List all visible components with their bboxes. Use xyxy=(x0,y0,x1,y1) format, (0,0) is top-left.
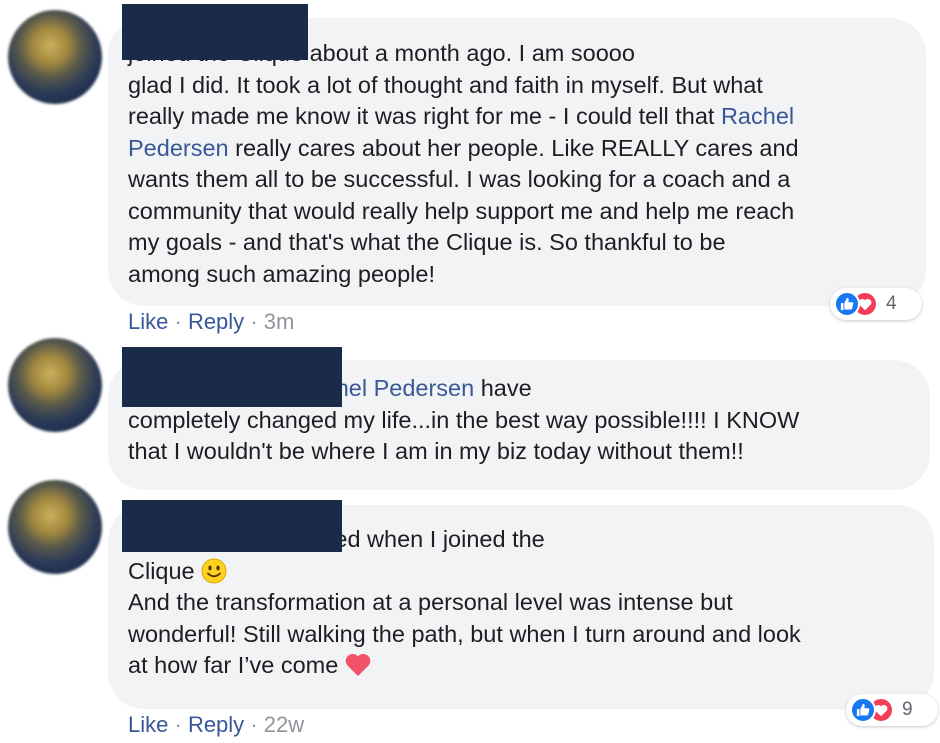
comment-text: joined the Clique about a month ago. I a… xyxy=(128,38,799,290)
comment-line: completely changed my life...in the best… xyxy=(128,405,799,437)
redacted-author-name xyxy=(122,500,342,552)
comment-text-segment: that I wouldn't be where I am in my biz … xyxy=(128,438,744,464)
comment-text-segment: completely changed my life...in the best… xyxy=(128,406,800,433)
comment-text-segment: my goals - and that's what the Clique is… xyxy=(128,229,726,255)
redacted-author-name xyxy=(122,4,308,60)
separator: · xyxy=(174,712,188,737)
separator: · xyxy=(250,309,264,334)
comment-line: And the transformation at a personal lev… xyxy=(128,587,801,619)
comment-actions: Like · Reply · 3m xyxy=(128,309,294,335)
comment-actions: Like · Reply · 22w xyxy=(128,712,304,738)
reaction-count: 4 xyxy=(886,293,897,314)
comment-text-segment: really made me know it was right for me … xyxy=(128,103,721,129)
comment-line: glad I did. It took a lot of thought and… xyxy=(128,70,799,102)
mention-link[interactable]: Rachel xyxy=(721,103,794,129)
comment-line: my goals - and that's what the Clique is… xyxy=(128,227,799,259)
like-reaction-icon xyxy=(850,697,876,723)
comment-text-segment: among such amazing people! xyxy=(128,260,436,287)
commenter-avatar[interactable] xyxy=(8,480,102,574)
separator: · xyxy=(250,712,264,737)
comment-line: among such amazing people! xyxy=(128,259,799,291)
reactions-summary[interactable]: 4 xyxy=(830,288,922,320)
comment-text-segment: really cares about her people. Like REAL… xyxy=(228,134,799,161)
heart-emoji-icon xyxy=(344,652,372,687)
commenter-avatar[interactable] xyxy=(8,10,102,104)
reactions-summary[interactable]: 9 xyxy=(846,694,938,726)
comment-timestamp[interactable]: 22w xyxy=(264,712,304,737)
comment-text-segment: at how far I’ve come xyxy=(128,652,339,678)
separator: · xyxy=(174,309,188,334)
reaction-count: 9 xyxy=(902,699,913,720)
comment-line: really made me know it was right for me … xyxy=(128,101,799,133)
reply-link[interactable]: Reply xyxy=(188,712,244,737)
redacted-author-name xyxy=(122,347,342,407)
comment-text-segment: have xyxy=(474,375,532,401)
commenter-avatar[interactable] xyxy=(8,338,102,432)
like-link[interactable]: Like xyxy=(128,309,168,334)
comment-line: wants them all to be successful. I was l… xyxy=(128,164,799,196)
comment-text-segment: glad I did. It took a lot of thought and… xyxy=(128,71,763,98)
comment-line: that I wouldn't be where I am in my biz … xyxy=(128,436,799,468)
like-reaction-icon xyxy=(834,291,860,317)
comment-text-segment: community that would really help support… xyxy=(128,197,795,224)
comment-line: wonderful! Still walking the path, but w… xyxy=(128,619,801,651)
reply-link[interactable]: Reply xyxy=(188,309,244,334)
comment-text-segment: wants them all to be successful. I was l… xyxy=(128,166,791,192)
comment-line: Pedersen really cares about her people. … xyxy=(128,133,799,165)
comment-bubble: joined the Clique about a month ago. I a… xyxy=(108,18,926,306)
comment-line: at how far I’ve come xyxy=(128,650,801,682)
comment-line: community that would really help support… xyxy=(128,196,799,228)
mention-link[interactable]: Pedersen xyxy=(128,135,229,161)
comment-text-segment: wonderful! Still walking the path, but w… xyxy=(128,620,801,647)
comment-timestamp[interactable]: 3m xyxy=(264,309,295,334)
comment-text-segment: And the transformation at a personal lev… xyxy=(128,589,733,615)
like-link[interactable]: Like xyxy=(128,712,168,737)
comment-line: Clique xyxy=(128,556,801,588)
comment-text-segment: Clique xyxy=(128,557,195,584)
